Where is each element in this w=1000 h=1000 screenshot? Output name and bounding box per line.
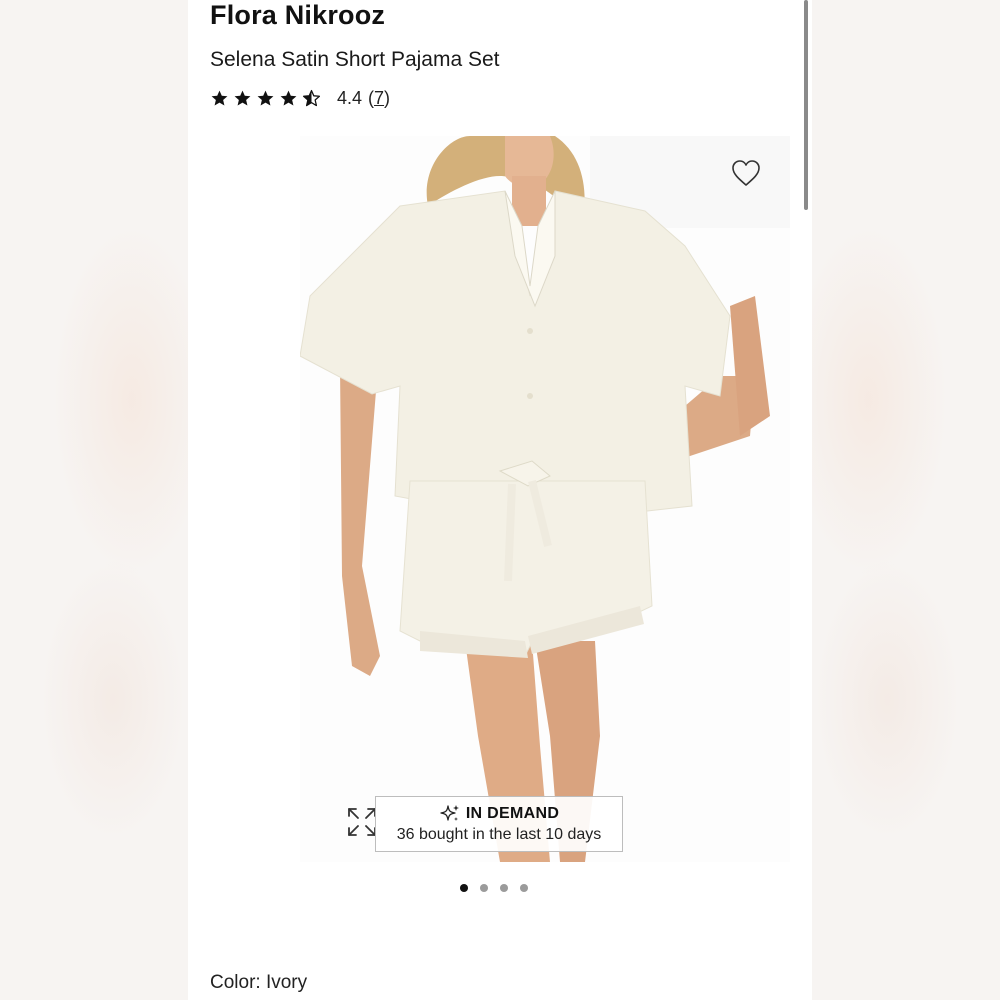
pagination-dot-4[interactable] xyxy=(520,884,528,892)
scrollbar-thumb[interactable] xyxy=(804,0,808,210)
brand-name[interactable]: Flora Nikrooz xyxy=(210,0,385,31)
star-half-icon xyxy=(302,89,321,107)
product-photo[interactable] xyxy=(300,136,790,862)
star-full-icon xyxy=(280,90,297,106)
product-page: Flora Nikrooz Selena Satin Short Pajama … xyxy=(188,0,812,1000)
star-full-icon xyxy=(211,90,228,106)
pagination-dot-1[interactable] xyxy=(460,884,468,892)
sparkle-icon xyxy=(440,805,459,821)
background-blur-right xyxy=(812,0,1000,1000)
star-full-icon xyxy=(234,90,251,106)
star-full-icon xyxy=(257,90,274,106)
badge-subtitle: 36 bought in the last 10 days xyxy=(396,826,602,843)
background-blur-left xyxy=(0,0,188,1000)
star-rating xyxy=(210,89,321,108)
color-selection-label: Color: Ivory xyxy=(210,972,308,993)
product-title: Selena Satin Short Pajama Set xyxy=(210,48,500,71)
pagination-dot-2[interactable] xyxy=(480,884,488,892)
pagination-dot-3[interactable] xyxy=(500,884,508,892)
heart-outline-icon[interactable] xyxy=(730,158,762,188)
rating-value: 4.4 xyxy=(337,88,363,108)
review-count-link[interactable]: (7) xyxy=(368,88,390,109)
gallery-pagination[interactable] xyxy=(460,884,528,892)
product-image-gallery[interactable] xyxy=(300,136,790,862)
rating-summary[interactable]: 4.4 (7) xyxy=(210,88,390,109)
in-demand-badge: IN DEMAND 36 bought in the last 10 days xyxy=(375,796,623,852)
badge-title: IN DEMAND xyxy=(465,805,560,822)
expand-arrows-icon[interactable] xyxy=(346,806,378,838)
review-count[interactable]: 7 xyxy=(374,88,384,108)
